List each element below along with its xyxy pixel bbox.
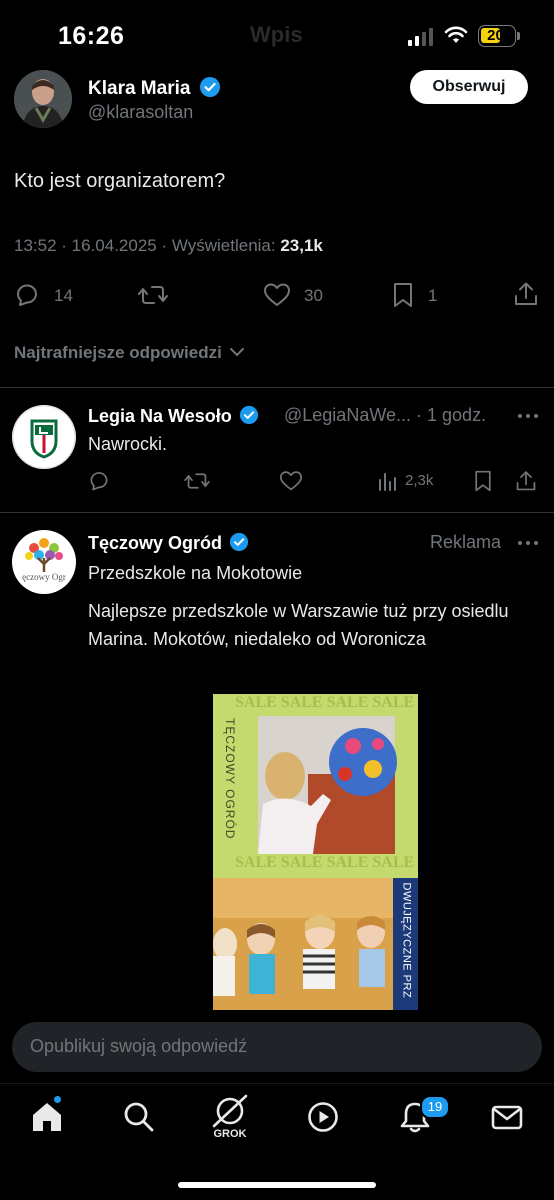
grok-icon: [212, 1094, 248, 1128]
follow-button[interactable]: Obserwuj: [410, 70, 528, 104]
home-icon[interactable]: [30, 1100, 64, 1134]
header-title: Wpis: [250, 22, 303, 47]
ad-image-side-text: TĘCZOWY OGRÓD: [223, 718, 237, 840]
ad-image[interactable]: SALE SALE SALE SALE SALE SALE SALE SALE …: [213, 694, 418, 1010]
verified-badge-icon: [239, 405, 258, 425]
home-indicator[interactable]: [178, 1182, 376, 1188]
like-count[interactable]: 30: [304, 286, 323, 306]
status-time: 16:26: [58, 22, 125, 50]
divider: [0, 1083, 554, 1084]
battery-level: 20: [487, 27, 504, 44]
more-options-icon[interactable]: [516, 410, 540, 422]
tweet-meta: 13:52 · 16.04.2025 · Wyświetlenia: 23,1k: [14, 236, 323, 256]
author-handle[interactable]: @klarasoltan: [88, 102, 193, 123]
reply-icon[interactable]: [88, 470, 110, 492]
tweet-timestamp: 13:52 · 16.04.2025 · Wyświetlenia:: [14, 236, 281, 255]
tweet-views[interactable]: 23,1k: [280, 236, 323, 255]
reply-author-name[interactable]: Legia Na Wesoło: [88, 405, 259, 427]
more-options-icon[interactable]: [516, 537, 540, 549]
divider: [0, 512, 554, 513]
reply-icon[interactable]: [14, 282, 40, 308]
ad-image-sale-text-top: SALE SALE SALE SALE: [235, 694, 415, 711]
verified-badge-icon: [229, 532, 249, 552]
grok-tab[interactable]: GROK: [208, 1094, 252, 1142]
notifications-badge: 19: [420, 1095, 450, 1119]
like-icon[interactable]: [279, 470, 303, 492]
battery-icon: 20: [478, 25, 516, 47]
reply-author-handle[interactable]: @LegiaNaWe... · 1 godz.: [284, 405, 486, 426]
home-unread-dot: [54, 1096, 61, 1103]
ad-image-bottom-side-text: DWUJĘZYCZNE PRZEDSZK: [400, 882, 413, 998]
ad-image-sale-text-bottom: SALE SALE SALE SALE: [235, 854, 415, 871]
wifi-icon: [444, 26, 468, 43]
signal-icon: [408, 28, 433, 46]
like-icon[interactable]: [263, 282, 291, 308]
messages-icon[interactable]: [490, 1100, 524, 1134]
video-icon[interactable]: [306, 1100, 340, 1134]
chevron-down-icon: [229, 348, 244, 357]
author-avatar[interactable]: [14, 70, 72, 128]
author-name[interactable]: Klara Maria: [88, 76, 221, 100]
reply-views-count[interactable]: 2,3k: [405, 472, 433, 489]
ad-subtitle: Przedszkole na Mokotowie: [88, 563, 303, 583]
bookmark-count[interactable]: 1: [428, 286, 437, 306]
reply-input-placeholder: Opublikuj swoją odpowiedź: [30, 1036, 248, 1056]
ad-avatar[interactable]: ęczowy Ogr: [12, 530, 76, 594]
verified-badge-icon: [199, 77, 220, 97]
views-icon[interactable]: [377, 470, 399, 492]
reply-count[interactable]: 14: [54, 286, 73, 306]
ad-label: Reklama: [430, 532, 502, 552]
grok-label: GROK: [213, 1128, 247, 1140]
repost-icon[interactable]: [184, 470, 210, 492]
status-bar: 16:26 Wpis 20: [0, 0, 554, 70]
reply-text: Nawrocki.: [88, 434, 168, 454]
share-icon[interactable]: [515, 469, 537, 493]
tweet-text: Kto jest organizatorem?: [14, 170, 226, 192]
share-icon[interactable]: [513, 281, 539, 307]
divider: [0, 387, 554, 388]
bookmark-icon[interactable]: [472, 469, 494, 493]
search-icon[interactable]: [122, 1100, 156, 1134]
ad-avatar-label: ęczowy Ogr: [22, 572, 66, 582]
repost-icon[interactable]: [138, 282, 168, 308]
replies-sort-dropdown[interactable]: Najtrafniejsze odpowiedzi: [14, 343, 245, 363]
reply-avatar[interactable]: [12, 405, 76, 469]
reply-time: · 1 godz.: [416, 405, 487, 425]
ad-author-name[interactable]: Tęczowy Ogród: [88, 532, 249, 554]
bookmark-icon[interactable]: [390, 282, 416, 308]
ad-body-text: Najlepsze przedszkole w Warszawie tuż pr…: [88, 601, 509, 649]
